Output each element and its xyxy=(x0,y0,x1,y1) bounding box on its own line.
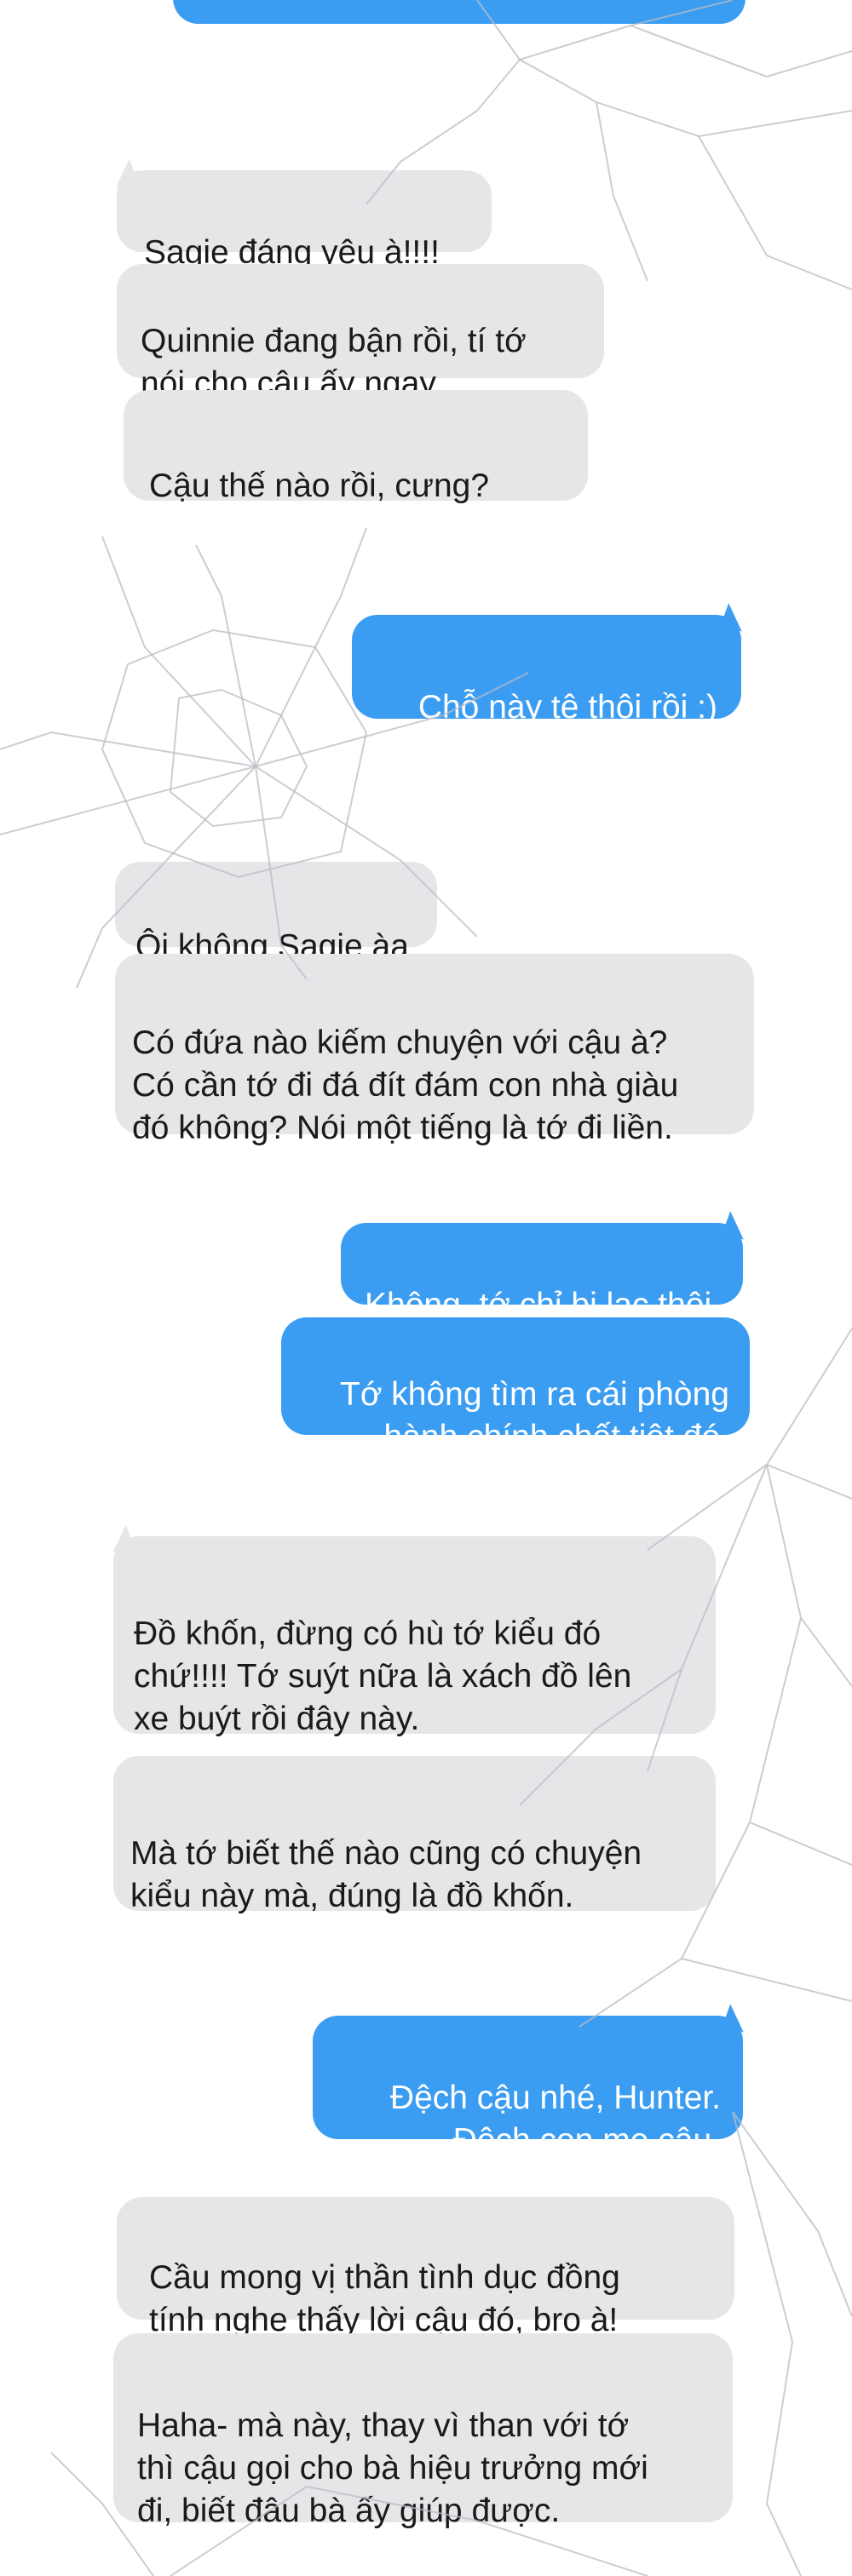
message-bubble-outgoing[interactable]: Không, tớ chỉ bị lạc thôi. xyxy=(341,1223,743,1323)
message-text: Chỗ này tệ thôi rồi :) xyxy=(417,689,717,726)
message-text: Tớ không tìm ra cái phòng hành chính chế… xyxy=(340,1376,729,1455)
message-bubble-outgoing[interactable] xyxy=(173,0,746,24)
message-bubble-incoming[interactable]: Ôi không Sagie àa xyxy=(115,862,437,965)
message-bubble-incoming[interactable]: Cậu thế nào rồi, cưng? xyxy=(124,390,588,504)
message-bubble-outgoing[interactable]: Đệch cậu nhé, Hunter. Đệch con mẹ cậu. xyxy=(313,2016,743,2159)
message-bubble-incoming[interactable]: Cầu mong vị thần tình dục đồng tính nghe… xyxy=(117,2197,734,2338)
message-bubble-incoming[interactable]: Haha- mà này, thay vì than với tớ thì cậ… xyxy=(113,2333,733,2529)
message-bubble-outgoing[interactable]: Chỗ này tệ thôi rồi :) xyxy=(352,615,741,726)
message-bubble-incoming[interactable]: Có đứa nào kiếm chuyện với cậu à? Có cần… xyxy=(115,954,754,1146)
message-text: Có đứa nào kiếm chuyện với cậu à? Có cần… xyxy=(132,1024,679,1146)
message-text: Haha- mà này, thay vì than với tớ thì cậ… xyxy=(137,2407,648,2529)
message-bubble-outgoing[interactable]: Tớ không tìm ra cái phòng hành chính chế… xyxy=(281,1317,750,1455)
chat-thread: Sagie đáng yêu à!!!! Quinnie đang bận rồ… xyxy=(0,0,852,2576)
message-text: Cậu thế nào rồi, cưng? xyxy=(149,468,490,504)
message-text: Cầu mong vị thần tình dục đồng tính nghe… xyxy=(149,2259,620,2338)
message-text: Đồ khốn, đừng có hù tớ kiểu đó chứ!!!! T… xyxy=(134,1615,632,1737)
message-text: Đệch cậu nhé, Hunter. Đệch con mẹ cậu. xyxy=(389,2080,721,2159)
message-bubble-incoming[interactable]: Đồ khốn, đừng có hù tớ kiểu đó chứ!!!! T… xyxy=(113,1536,716,1737)
message-bubble-incoming[interactable]: Quinnie đang bận rồi, tí tớ nói cho cậu … xyxy=(117,264,604,402)
message-text: Mà tớ biết thế nào cũng có chuyện kiểu n… xyxy=(130,1835,642,1914)
message-bubble-incoming[interactable]: Sagie đáng yêu à!!!! xyxy=(117,170,492,271)
message-bubble-incoming[interactable]: Mà tớ biết thế nào cũng có chuyện kiểu n… xyxy=(113,1756,716,1914)
